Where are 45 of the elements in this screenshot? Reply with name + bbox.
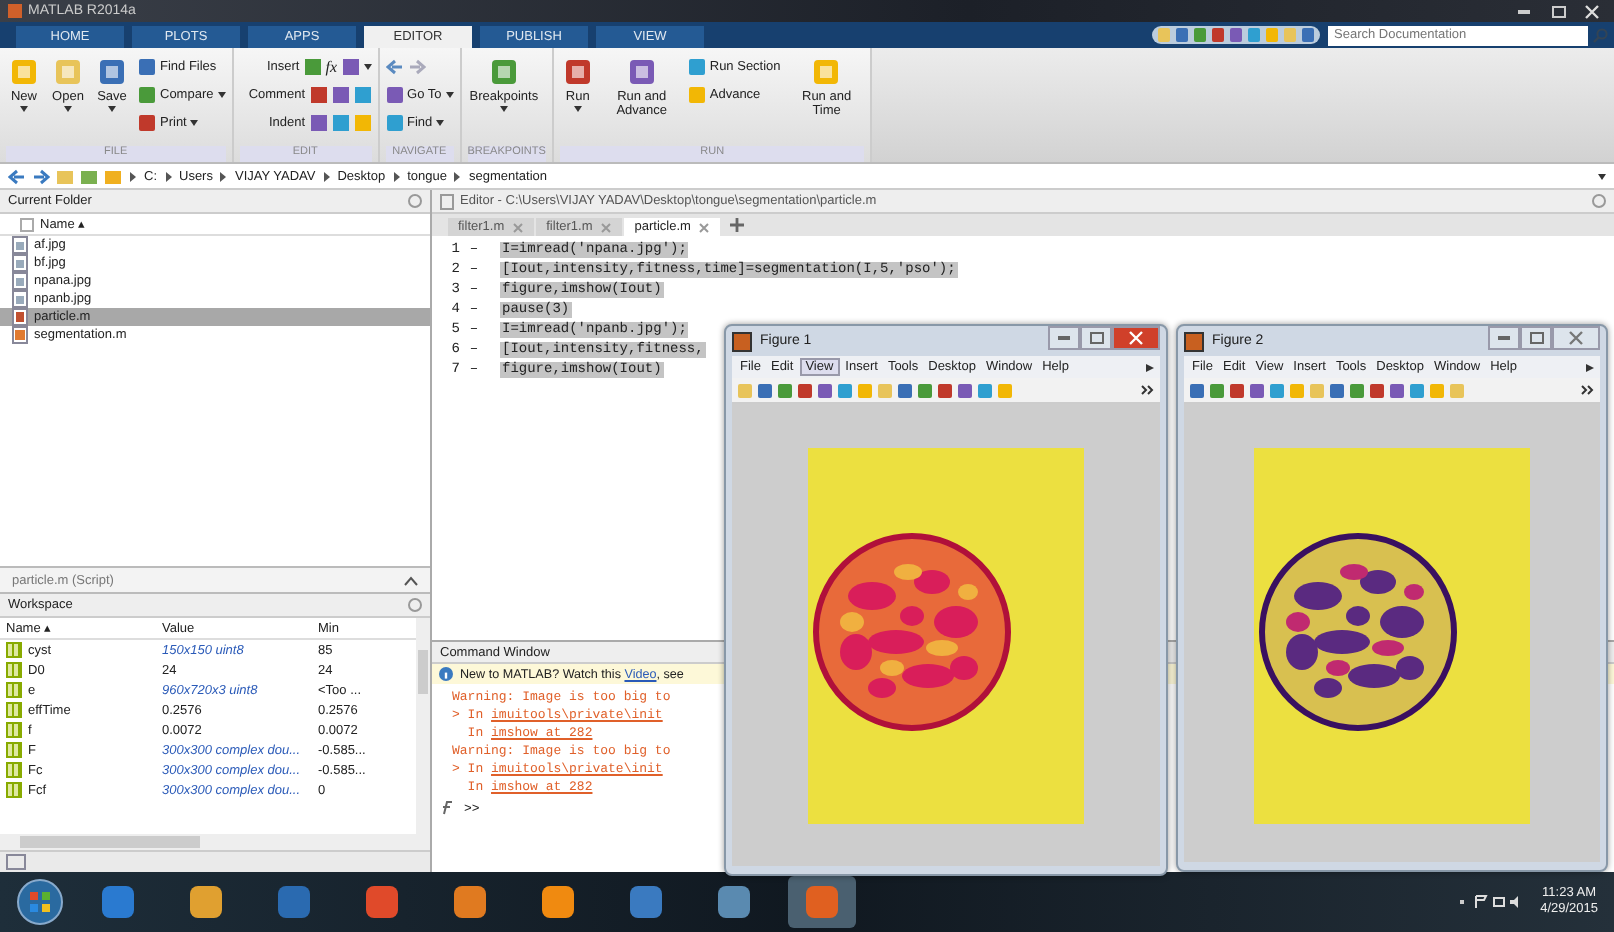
- panel-menu-icon[interactable]: [1592, 194, 1606, 208]
- toolstrip-icon: [625, 56, 658, 88]
- matlab-logo-icon: [8, 4, 22, 18]
- minimize-icon[interactable]: [1488, 326, 1520, 350]
- figure-icon: [732, 331, 752, 351]
- info-icon: [438, 666, 454, 682]
- more-menus-icon[interactable]: [1144, 361, 1156, 373]
- close-icon[interactable]: [1112, 326, 1160, 350]
- toolstrip-icon: [52, 56, 84, 88]
- back-arrow-icon[interactable]: [8, 167, 26, 185]
- new-tab-icon[interactable]: [728, 216, 747, 234]
- breadcrumb-arrow-icon: [391, 169, 402, 183]
- editor-icon: [440, 193, 454, 209]
- breadcrumb-arrow-icon: [452, 169, 463, 183]
- back-arrow-icon[interactable]: [385, 57, 404, 75]
- dropdown-caret-icon[interactable]: [1598, 173, 1606, 179]
- toolstrip-icon: [8, 56, 40, 88]
- scrollbar[interactable]: [0, 834, 430, 850]
- toolstrip-icon: [96, 56, 128, 88]
- maximize-icon[interactable]: [1520, 326, 1552, 350]
- figure-icon: [1184, 331, 1204, 351]
- start-button[interactable]: [16, 878, 64, 926]
- panel-menu-icon[interactable]: [408, 194, 422, 208]
- breadcrumb-arrow-icon: [218, 169, 229, 183]
- forward-arrow-icon[interactable]: [32, 167, 50, 185]
- scrollbar[interactable]: [416, 618, 430, 834]
- forward-arrow-icon[interactable]: [407, 57, 426, 75]
- more-tools-icon[interactable]: [1580, 384, 1594, 396]
- column-checkbox-icon: [20, 217, 34, 231]
- breadcrumb-arrow-icon: [128, 169, 138, 183]
- breadcrumb-arrow-icon: [321, 169, 332, 183]
- toolstrip-icon: [810, 56, 843, 88]
- insert-function-button[interactable]: fx: [325, 57, 338, 75]
- toolstrip-icon: [561, 56, 594, 88]
- caret-icon[interactable]: [363, 63, 372, 69]
- layout-icon[interactable]: [6, 854, 26, 870]
- more-tools-icon[interactable]: [1140, 384, 1154, 396]
- toolstrip-icon: [487, 56, 520, 88]
- maximize-icon[interactable]: [1080, 326, 1112, 350]
- breadcrumb-arrow-icon: [163, 169, 173, 183]
- minimize-icon[interactable]: [1048, 326, 1080, 350]
- panel-menu-icon[interactable]: [408, 598, 422, 612]
- function-browser-icon[interactable]: [438, 800, 456, 816]
- tray-icons-drawing[interactable]: [1460, 894, 1521, 910]
- more-menus-icon[interactable]: [1584, 361, 1596, 373]
